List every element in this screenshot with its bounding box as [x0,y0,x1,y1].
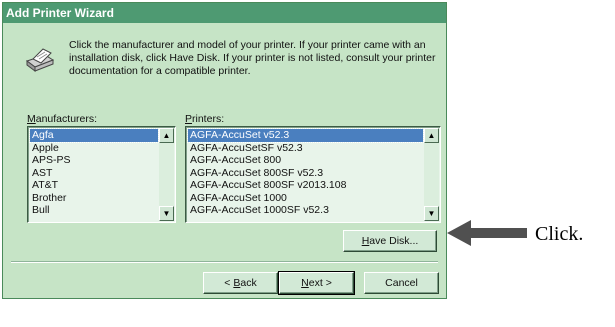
add-printer-wizard-window: Add Printer Wizard Click the manufacture… [2,2,447,299]
list-item[interactable]: Bull [30,204,158,217]
printers-listbox[interactable]: AGFA-AccuSet v52.3 AGFA-AccuSetSF v52.3 AG… [185,126,441,223]
next-button[interactable]: Next > [278,271,355,295]
left-arrow-icon [447,220,527,246]
manufacturers-scrollbar[interactable]: ▲ ▼ [159,128,174,221]
have-disk-button[interactable]: Have Disk... [343,230,437,252]
list-item[interactable]: AGFA-AccuSet 800SF v52.3 [188,167,423,180]
click-callout: Click. [535,223,584,245]
cancel-button[interactable]: Cancel [364,272,439,294]
list-item[interactable]: Apple [30,142,158,155]
manufacturers-label: Manufacturers: [27,113,98,125]
back-button[interactable]: < Back [203,272,278,294]
window-title: Add Printer Wizard [3,3,446,23]
list-item[interactable]: AGFA-AccuSet 800SF v2013.108 [188,179,423,192]
printers-scrollbar[interactable]: ▲ ▼ [424,128,439,221]
scroll-down-arrow-icon[interactable]: ▼ [159,206,174,221]
list-item[interactable]: APS-PS [30,154,158,167]
manufacturers-list: Agfa Apple APS-PS AST AT&T Brother Bull [29,128,159,217]
list-item[interactable]: AGFA-AccuSetSF v52.3 [188,142,423,155]
list-item[interactable]: AGFA-AccuSet v52.3 [187,128,424,143]
printers-label: Printers: [185,113,225,125]
scroll-up-arrow-icon[interactable]: ▲ [424,128,439,143]
scroll-up-arrow-icon[interactable]: ▲ [159,128,174,143]
printers-list: AGFA-AccuSet v52.3 AGFA-AccuSetSF v52.3 AG… [187,128,424,217]
list-item[interactable]: AT&T [30,179,158,192]
list-item[interactable]: Brother [30,192,158,205]
intro-text: Click the manufacturer and model of your… [69,39,436,77]
manufacturers-listbox[interactable]: Agfa Apple APS-PS AST AT&T Brother Bull ▲ ▼ [27,126,176,223]
list-item[interactable]: AGFA-AccuSet 800 [188,154,423,167]
list-item[interactable]: AGFA-AccuSet 1000SF v52.3 [188,204,423,217]
list-item[interactable]: Agfa [29,128,159,143]
scroll-down-arrow-icon[interactable]: ▼ [424,206,439,221]
printer-icon [25,48,55,72]
separator [11,261,438,263]
list-item[interactable]: AGFA-AccuSet 1000 [188,192,423,205]
list-item[interactable]: AST [30,167,158,180]
